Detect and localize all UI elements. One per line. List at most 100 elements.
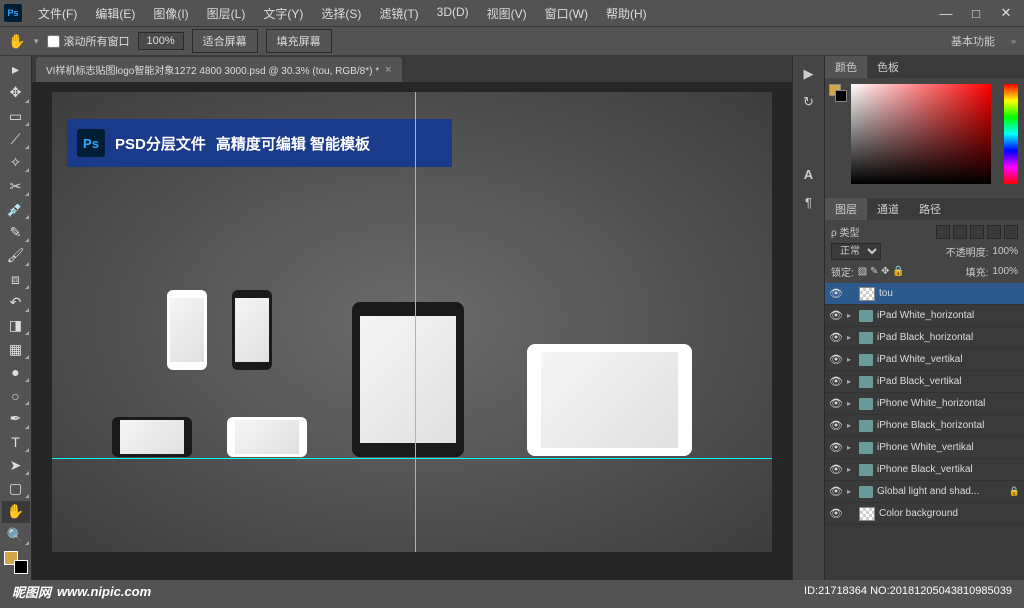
menu-layer[interactable]: 图层(L) <box>199 2 254 25</box>
paths-tab[interactable]: 路径 <box>909 198 951 220</box>
menu-view[interactable]: 视图(V) <box>479 2 535 25</box>
layer-expand-icon[interactable]: ▸ <box>847 333 855 342</box>
visibility-toggle-icon[interactable]: 👁 <box>829 309 843 322</box>
maximize-button[interactable]: □ <box>962 3 990 23</box>
visibility-toggle-icon[interactable]: 👁 <box>829 287 843 300</box>
close-button[interactable]: ✕ <box>992 3 1020 23</box>
layer-item[interactable]: 👁▸iPad Black_vertikal <box>825 371 1024 393</box>
type-tool[interactable]: T <box>2 432 30 453</box>
layer-expand-icon[interactable]: ▸ <box>847 311 855 320</box>
rail-play-icon[interactable]: ▶ <box>796 62 822 86</box>
menu-file[interactable]: 文件(F) <box>30 2 85 25</box>
brush-tool[interactable]: 🖌 <box>2 245 30 266</box>
workspace-dropdown-icon[interactable]: » <box>1011 36 1016 46</box>
layer-filter-icons[interactable] <box>936 225 1018 239</box>
hand-tool-icon[interactable]: ✋ <box>8 32 26 50</box>
rail-paragraph-icon[interactable]: ¶ <box>796 190 822 214</box>
fill-value[interactable]: 100% <box>992 266 1018 277</box>
lasso-tool[interactable]: ⟋ <box>2 129 30 150</box>
document-tab[interactable]: VI样机标志贴图logo智能对象1272 4800 3000.psd @ 30.… <box>36 57 402 82</box>
fill-screen-button[interactable]: 填充屏幕 <box>266 29 332 53</box>
layers-tab[interactable]: 图层 <box>825 198 867 220</box>
eyedropper-tool[interactable]: 💉 <box>2 199 30 220</box>
visibility-toggle-icon[interactable]: 👁 <box>829 331 843 344</box>
tool-preset-dropdown[interactable]: ▾ <box>34 36 39 47</box>
menu-edit[interactable]: 编辑(E) <box>87 2 143 25</box>
layer-item[interactable]: 👁▸iPhone Black_vertikal <box>825 459 1024 481</box>
opacity-value[interactable]: 100% <box>992 246 1018 257</box>
layer-item[interactable]: 👁Color background <box>825 503 1024 525</box>
marquee-tool[interactable]: ▭ <box>2 106 30 127</box>
eraser-tool[interactable]: ◨ <box>2 315 30 336</box>
healing-brush-tool[interactable]: ✎ <box>2 222 30 243</box>
crop-tool[interactable]: ✂ <box>2 175 30 196</box>
visibility-toggle-icon[interactable]: 👁 <box>829 353 843 366</box>
fit-screen-button[interactable]: 适合屏幕 <box>192 29 258 53</box>
layer-expand-icon[interactable]: ▸ <box>847 465 855 474</box>
canvas-viewport[interactable]: Ps PSD分层文件 高精度可编辑 智能模板 <box>32 82 792 580</box>
menu-filter[interactable]: 滤镜(T) <box>371 2 426 25</box>
menu-window[interactable]: 窗口(W) <box>537 2 596 25</box>
horizontal-guide[interactable] <box>52 458 772 459</box>
menu-select[interactable]: 选择(S) <box>313 2 369 25</box>
channels-tab[interactable]: 通道 <box>867 198 909 220</box>
visibility-toggle-icon[interactable]: 👁 <box>829 419 843 432</box>
color-tab[interactable]: 颜色 <box>825 56 867 78</box>
pen-tool[interactable]: ✒ <box>2 408 30 429</box>
visibility-toggle-icon[interactable]: 👁 <box>829 441 843 454</box>
visibility-toggle-icon[interactable]: 👁 <box>829 397 843 410</box>
clone-stamp-tool[interactable]: ⧈ <box>2 269 30 290</box>
menu-image[interactable]: 图像(I) <box>145 2 196 25</box>
hue-slider[interactable] <box>1004 84 1018 184</box>
layer-item[interactable]: 👁▸iPhone White_vertikal <box>825 437 1024 459</box>
layer-expand-icon[interactable]: ▸ <box>847 443 855 452</box>
shape-tool[interactable]: ▢ <box>2 478 30 499</box>
zoom-tool[interactable]: 🔍 <box>2 525 30 546</box>
layer-item[interactable]: 👁▸iPad White_vertikal <box>825 349 1024 371</box>
layer-expand-icon[interactable]: ▸ <box>847 355 855 364</box>
menu-3d[interactable]: 3D(D) <box>429 2 477 25</box>
visibility-toggle-icon[interactable]: 👁 <box>829 375 843 388</box>
layer-item[interactable]: 👁tou <box>825 283 1024 305</box>
vertical-guide[interactable] <box>415 92 416 552</box>
layer-item[interactable]: 👁▸Global light and shad...🔒 <box>825 481 1024 503</box>
color-field[interactable] <box>851 84 991 184</box>
color-swatches[interactable] <box>4 551 28 574</box>
layer-expand-icon[interactable]: ▸ <box>847 421 855 430</box>
blend-mode-select[interactable]: 正常 <box>831 243 881 260</box>
panel-swatches[interactable] <box>829 84 847 102</box>
swatches-tab[interactable]: 色板 <box>867 56 909 78</box>
layer-item[interactable]: 👁▸iPad Black_horizontal <box>825 327 1024 349</box>
layer-item[interactable]: 👁▸iPhone White_horizontal <box>825 393 1024 415</box>
layer-expand-icon[interactable]: ▸ <box>847 377 855 386</box>
scroll-all-windows-checkbox[interactable]: 滚动所有窗口 <box>47 33 130 49</box>
layer-expand-icon[interactable]: ▸ <box>847 487 855 496</box>
layer-expand-icon[interactable]: ▸ <box>847 399 855 408</box>
menu-help[interactable]: 帮助(H) <box>598 2 655 25</box>
expand-tool-icon[interactable]: ▸ <box>2 59 30 80</box>
magic-wand-tool[interactable]: ✧ <box>2 152 30 173</box>
background-color[interactable] <box>14 560 28 574</box>
panel-bg-swatch[interactable] <box>835 90 847 102</box>
rail-character-icon[interactable]: A <box>796 162 822 186</box>
rail-history-icon[interactable]: ↻ <box>796 90 822 114</box>
dodge-tool[interactable]: ○ <box>2 385 30 406</box>
path-selection-tool[interactable]: ➤ <box>2 455 30 476</box>
menu-type[interactable]: 文字(Y) <box>255 2 311 25</box>
visibility-toggle-icon[interactable]: 👁 <box>829 507 843 520</box>
move-tool[interactable]: ✥ <box>2 82 30 103</box>
layer-item[interactable]: 👁▸iPad White_horizontal <box>825 305 1024 327</box>
lock-icons[interactable]: ▨ ✎ ✥ 🔒 <box>858 266 905 277</box>
layer-item[interactable]: 👁▸iPhone Black_horizontal <box>825 415 1024 437</box>
scroll-all-checkbox[interactable] <box>47 35 60 48</box>
visibility-toggle-icon[interactable]: 👁 <box>829 485 843 498</box>
workspace-switcher[interactable]: 基本功能 <box>943 33 1003 49</box>
blur-tool[interactable]: ● <box>2 362 30 383</box>
visibility-toggle-icon[interactable]: 👁 <box>829 463 843 476</box>
history-brush-tool[interactable]: ↶ <box>2 292 30 313</box>
zoom-level-field[interactable]: 100% <box>138 32 184 50</box>
hand-tool[interactable]: ✋ <box>2 501 30 522</box>
minimize-button[interactable]: — <box>932 3 960 23</box>
gradient-tool[interactable]: ▦ <box>2 338 30 359</box>
tab-close-icon[interactable]: × <box>385 64 391 76</box>
